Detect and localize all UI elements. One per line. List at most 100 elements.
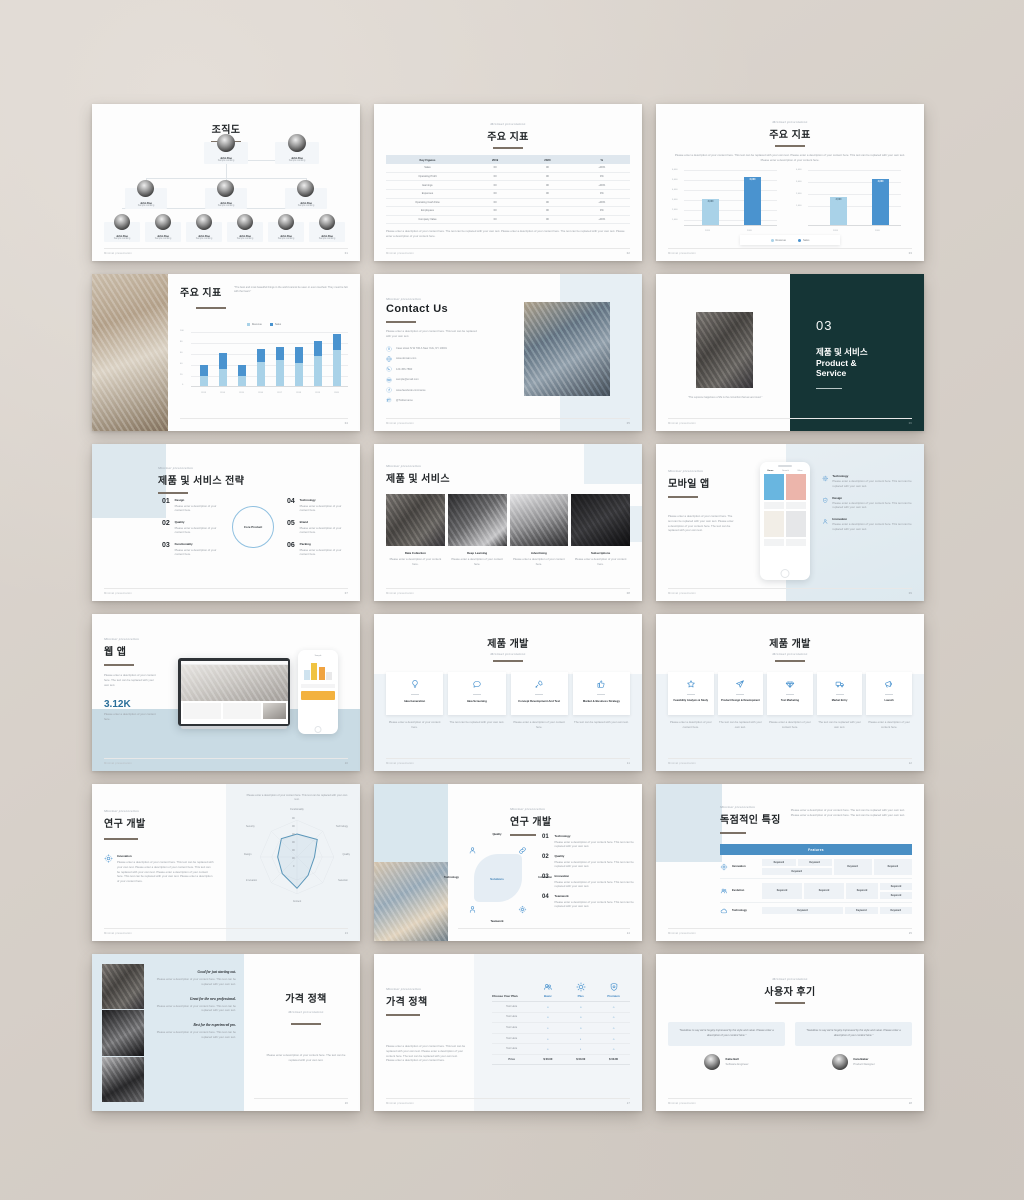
- phone-icon: [386, 366, 392, 372]
- feature-item[interactable]: Innovation Please enter a description of…: [822, 517, 914, 532]
- org-node[interactable]: John Doe Sample wording: [125, 180, 167, 209]
- product-card[interactable]: Data Collection Please enter a descripti…: [386, 494, 445, 567]
- slide-footer: Minimal presentation 06: [668, 418, 912, 425]
- contact-note: Please enter a description of your conte…: [386, 329, 477, 338]
- strategy-item[interactable]: 03 Functionality Please enter a descript…: [162, 542, 217, 557]
- dev-card[interactable]: Concept Development And Test Please ente…: [510, 672, 568, 730]
- org-node[interactable]: John Doe Sample wording: [186, 214, 222, 242]
- footer-left: Minimal presentation: [668, 592, 696, 595]
- slide-section-product-service[interactable]: "The supreme happiness of life is the co…: [656, 274, 924, 431]
- org-node[interactable]: John Doe Sample wording: [309, 214, 345, 242]
- product-card[interactable]: Advertising Please enter a description o…: [509, 494, 569, 567]
- plan-column[interactable]: Basic: [531, 982, 564, 998]
- testimonial-card[interactable]: "Needless to say we're hugely impressed …: [795, 1022, 912, 1070]
- avatar: [704, 1053, 721, 1070]
- slide-deck: 조직도 John Doe Sample wording John Doe Sam…: [92, 104, 936, 1111]
- org-node-role: Sample wording: [297, 205, 315, 207]
- avatar: [278, 214, 294, 230]
- slide-web-app[interactable]: Minimal presentation 웹 앱 Please enter a …: [92, 614, 360, 771]
- slide-footer: Minimal presentation 07: [104, 588, 348, 595]
- feature-item[interactable]: Technology Please enter a description of…: [822, 474, 914, 489]
- slide-product-service-grid[interactable]: Minimal presentation 제품 및 서비스 Data Colle…: [374, 444, 642, 601]
- feature-item[interactable]: Design Please enter a description of you…: [822, 496, 914, 511]
- plan-column[interactable]: Premium: [597, 982, 630, 998]
- slide-org-chart[interactable]: 조직도 John Doe Sample wording John Doe Sam…: [92, 104, 360, 261]
- org-node[interactable]: John Doe Sample wording: [285, 180, 327, 209]
- feature-row[interactable]: Evolution Keyword Keyword Keyword Keywor…: [720, 879, 912, 903]
- slide-product-development-4[interactable]: 제품 개발 Minimal presentation Idea Generati…: [374, 614, 642, 771]
- pricing-tier[interactable]: Best for the experienced pro. Please ent…: [150, 1023, 236, 1040]
- rnd-item[interactable]: 04 Teamwork Please enter a description o…: [542, 894, 636, 909]
- org-node[interactable]: John Doe Sample wording: [268, 214, 304, 242]
- slide-product-development-5[interactable]: 제품 개발 Minimal presentation Feasibility A…: [656, 614, 924, 771]
- slide-contact-us[interactable]: Minimal presentation Contact Us Please e…: [374, 274, 642, 431]
- facebook-icon: [386, 387, 392, 393]
- slide-key-metrics-table[interactable]: Minimal presentation 주요 지표 Key Figures 2…: [374, 104, 642, 261]
- org-node[interactable]: John Doe Sample wording: [227, 214, 263, 242]
- slide-key-metrics-bars[interactable]: Minimal presentation 주요 지표 Please enter …: [656, 104, 924, 261]
- strategy-item[interactable]: 05 Brand Please enter a description of y…: [287, 520, 342, 535]
- org-node-role: Sample wording: [236, 238, 254, 240]
- product-card[interactable]: Subscriptions Please enter a description…: [571, 494, 630, 567]
- page-number: 07: [344, 592, 348, 595]
- pricing-tier[interactable]: Good for just starting out. Please enter…: [150, 970, 236, 987]
- slide-title: 가격 정책: [386, 997, 428, 1008]
- strategy-item[interactable]: 04 Technology Please enter a description…: [287, 498, 342, 513]
- feature-row[interactable]: Innovation Keyword Keyword Keyword Keywo…: [720, 855, 912, 879]
- avatar: [319, 214, 335, 230]
- strategy-item[interactable]: 02 Quality Please enter a description of…: [162, 520, 217, 535]
- org-node[interactable]: John Doe Sample wording: [204, 134, 248, 164]
- org-node[interactable]: John Doe Sample wording: [104, 214, 140, 242]
- plan-feature-row: Text Here o o o: [492, 1002, 630, 1013]
- dev-card[interactable]: Idea Generation Please enter a descripti…: [386, 672, 444, 730]
- chart-legend: Revenue Sales: [740, 235, 840, 245]
- contact-item[interactable]: @Twittername: [386, 397, 630, 403]
- avatar: [155, 214, 171, 230]
- section-title-ko: 제품 및 서비스: [816, 347, 868, 357]
- slide-exclusive-features[interactable]: Minimal presentation 독점적인 특징 Please ente…: [656, 784, 924, 941]
- dev-card[interactable]: Feasibility Analysis & Study Please ente…: [668, 672, 714, 730]
- slide-pricing-table[interactable]: Minimal presentation 가격 정책 Please enter …: [374, 954, 642, 1111]
- rnd-item[interactable]: 01 Technology Please enter a description…: [542, 834, 636, 849]
- stacked-bar: [256, 349, 265, 386]
- price: $ 00.00: [609, 1057, 619, 1061]
- page-number: 14: [626, 932, 630, 935]
- footer-left: Minimal presentation: [104, 932, 132, 935]
- slide-key-metrics-stacked[interactable]: 주요 지표 "The best and most beautiful thing…: [92, 274, 360, 431]
- slide-testimonials[interactable]: Minimal presentation 사용자 후기 "Needless to…: [656, 954, 924, 1111]
- slide-product-service-strategy[interactable]: Minimal presentation 제품 및 서비스 전략 01 Desi…: [92, 444, 360, 601]
- org-node[interactable]: John Doe Sample wording: [145, 214, 181, 242]
- slide-footer: Minimal presentation 11: [386, 758, 630, 765]
- slide-rnd-solutions[interactable]: Minimal presentation 연구 개발 Solutions Qua…: [374, 784, 642, 941]
- plan-name: Plus: [577, 994, 584, 998]
- phone-mockup: Sample: [298, 650, 338, 734]
- strategy-item[interactable]: 06 Packing Please enter a description of…: [287, 542, 342, 557]
- pricing-tier[interactable]: Great for the new professional. Please e…: [150, 997, 236, 1014]
- dev-card[interactable]: Product Design & Development The text ca…: [717, 672, 764, 730]
- rnd-item[interactable]: 03 Innovation Please enter a description…: [542, 874, 636, 889]
- product-card[interactable]: Deep Learning Please enter a description…: [447, 494, 507, 567]
- org-node[interactable]: John Doe Sample wording: [205, 180, 247, 209]
- org-node[interactable]: John Doe Sample wording: [275, 134, 319, 164]
- testimonial-card[interactable]: "Needless to say we're hugely impressed …: [668, 1022, 785, 1070]
- avatar: [137, 180, 154, 197]
- slide-rnd-radar[interactable]: Minimal presentation 연구 개발 Innovation Pl…: [92, 784, 360, 941]
- innovation-icon: [104, 854, 113, 863]
- dev-card[interactable]: Idea Screening The text can be replaced …: [448, 672, 506, 725]
- slide-title: 주요 지표: [769, 130, 811, 141]
- slide-mobile-app[interactable]: Minimal presentation 모바일 앱 Please enter …: [656, 444, 924, 601]
- dev-card[interactable]: Launch Please enter a description of you…: [866, 672, 912, 730]
- rnd-item[interactable]: 02 Quality Please enter a description of…: [542, 854, 636, 869]
- dev-card[interactable]: Test Marketing Please enter a descriptio…: [767, 672, 813, 730]
- page-number: 09: [908, 592, 912, 595]
- plan-column[interactable]: Plus: [564, 982, 597, 998]
- dev-card[interactable]: Market & Business Strategy The text can …: [572, 672, 630, 725]
- app-note: Please enter a description of your conte…: [668, 514, 734, 533]
- slide-pricing-intro[interactable]: Good for just starting out. Please enter…: [92, 954, 360, 1111]
- rnd-item[interactable]: Innovation Please enter a description of…: [104, 854, 214, 884]
- feature-row[interactable]: Technology Keyword Keyword Keyword: [720, 903, 912, 918]
- mail-icon: [386, 376, 392, 383]
- stat-text: Please enter a description of your conte…: [104, 712, 156, 721]
- strategy-item[interactable]: 01 Design Please enter a description of …: [162, 498, 217, 513]
- dev-card[interactable]: Market Entry The text can be replaced wi…: [816, 672, 863, 730]
